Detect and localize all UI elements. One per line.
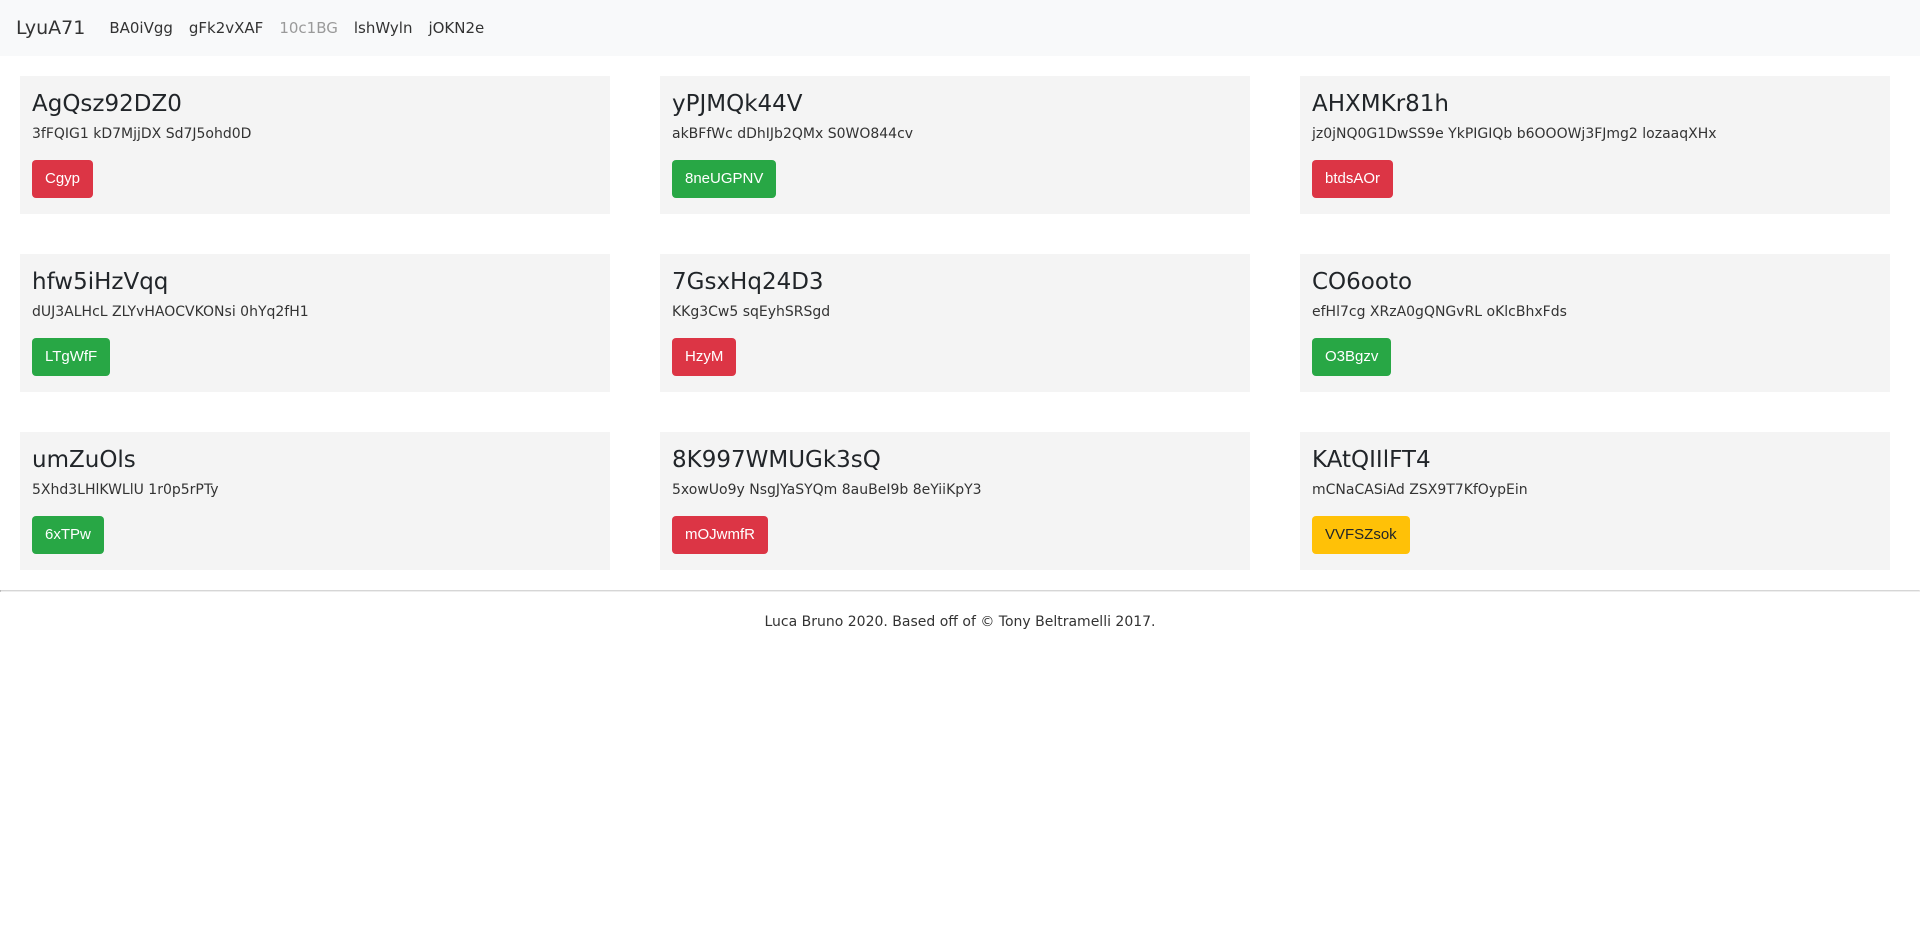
card-button[interactable]: HzyM xyxy=(672,338,737,376)
nav-link-5[interactable]: jOKN2e xyxy=(428,19,484,37)
nav-link-3-disabled: 10c1BG xyxy=(279,19,338,37)
card-title: umZuOls xyxy=(32,447,136,473)
nav-links: BA0iVgg gFk2vXAF 10c1BG lshWyln jOKN2e xyxy=(109,19,500,37)
card: umZuOls 5Xhd3LHlKWLlU 1r0p5rPTy 6xTPw xyxy=(20,432,610,570)
card-text: akBFfWc dDhIJb2QMx S0WO844cv xyxy=(672,126,914,142)
card-title: 7GsxHq24D3 xyxy=(672,269,824,295)
card-text: dUJ3ALHcL ZLYvHAOCVKONsi 0hYq2fH1 xyxy=(32,304,309,320)
card: hfw5iHzVqq dUJ3ALHcL ZLYvHAOCVKONsi 0hYq… xyxy=(20,254,610,392)
card-grid: AgQsz92DZ0 3fFQIG1 kD7MjjDX Sd7J5ohd0D C… xyxy=(0,56,1920,570)
nav-link-2[interactable]: gFk2vXAF xyxy=(189,19,263,37)
card: AHXMKr81h jz0jNQ0G1DwSS9e YkPIGIQb b6OOO… xyxy=(1300,76,1890,214)
card: AgQsz92DZ0 3fFQIG1 kD7MjjDX Sd7J5ohd0D C… xyxy=(20,76,610,214)
card-title: yPJMQk44V xyxy=(672,91,803,117)
card-button[interactable]: O3Bgzv xyxy=(1312,338,1392,376)
card: yPJMQk44V akBFfWc dDhIJb2QMx S0WO844cv 8… xyxy=(660,76,1250,214)
card-text: 5xowUo9y NsgJYaSYQm 8auBeI9b 8eYiiKpY3 xyxy=(672,482,982,498)
card: 7GsxHq24D3 KKg3Cw5 sqEyhSRSgd HzyM xyxy=(660,254,1250,392)
card-button[interactable]: VVFSZsok xyxy=(1312,516,1410,554)
card: 8K997WMUGk3sQ 5xowUo9y NsgJYaSYQm 8auBeI… xyxy=(660,432,1250,570)
card-title: KAtQIIlFT4 xyxy=(1312,447,1431,473)
card-title: CO6ooto xyxy=(1312,269,1413,295)
card: KAtQIIlFT4 mCNaCASiAd ZSX9T7KfOypEin VVF… xyxy=(1300,432,1890,570)
nav-link-4[interactable]: lshWyln xyxy=(354,19,413,37)
card-title: AgQsz92DZ0 xyxy=(32,91,182,117)
card-title: 8K997WMUGk3sQ xyxy=(672,447,881,473)
brand-logo[interactable]: LyuA71 xyxy=(16,17,85,39)
card: CO6ooto efHl7cg XRzA0gQNGvRL oKlcBhxFds … xyxy=(1300,254,1890,392)
card-text: KKg3Cw5 sqEyhSRSgd xyxy=(672,304,831,320)
navbar: LyuA71 BA0iVgg gFk2vXAF 10c1BG lshWyln j… xyxy=(0,0,1920,56)
card-text: 5Xhd3LHlKWLlU 1r0p5rPTy xyxy=(32,482,219,498)
footer-text: Luca Bruno 2020. Based off of © Tony Bel… xyxy=(764,614,1156,630)
card-title: hfw5iHzVqq xyxy=(32,269,169,295)
nav-link-1[interactable]: BA0iVgg xyxy=(109,19,173,37)
card-button[interactable]: LTgWfF xyxy=(32,338,111,376)
card-button[interactable]: btdsAOr xyxy=(1312,160,1394,198)
card-button[interactable]: 6xTPw xyxy=(32,516,104,554)
card-button[interactable]: Cgyp xyxy=(32,160,94,198)
card-text: jz0jNQ0G1DwSS9e YkPIGIQb b6OOOWj3FJmg2 l… xyxy=(1312,126,1717,142)
card-button[interactable]: mOJwmfR xyxy=(672,516,768,554)
card-text: efHl7cg XRzA0gQNGvRL oKlcBhxFds xyxy=(1312,304,1567,320)
footer: Luca Bruno 2020. Based off of © Tony Bel… xyxy=(0,592,1920,630)
card-text: 3fFQIG1 kD7MjjDX Sd7J5ohd0D xyxy=(32,126,252,142)
card-text: mCNaCASiAd ZSX9T7KfOypEin xyxy=(1312,482,1528,498)
card-button[interactable]: 8neUGPNV xyxy=(672,160,777,198)
card-title: AHXMKr81h xyxy=(1312,91,1450,117)
